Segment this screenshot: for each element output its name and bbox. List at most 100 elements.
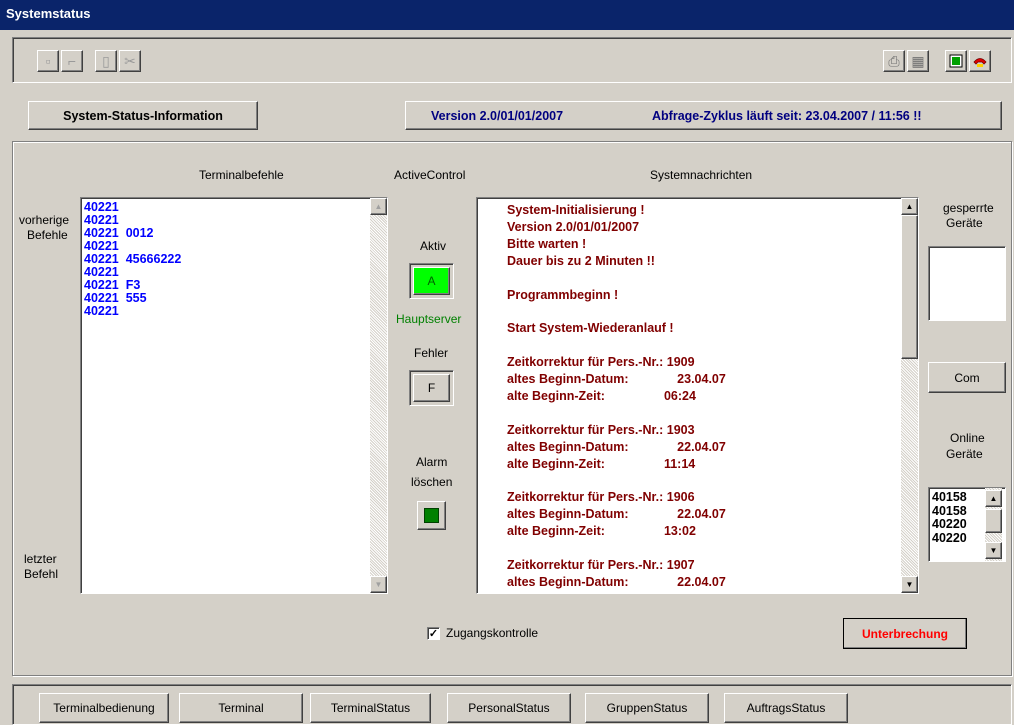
online-devices-list[interactable]: 40158 40158 40220 40220 ▲ ▼ bbox=[928, 487, 1006, 562]
tab-terminalstatus[interactable]: TerminalStatus bbox=[310, 693, 431, 723]
active-control-title: ActiveControl bbox=[394, 168, 466, 182]
list-item[interactable] bbox=[507, 473, 726, 490]
online-devices-label-1: Online bbox=[950, 431, 985, 445]
locked-devices-list[interactable] bbox=[928, 246, 1006, 321]
list-item[interactable]: altes Beginn-Datum: 22.04.07 bbox=[507, 439, 726, 456]
com-button-label: Com bbox=[954, 370, 980, 385]
com-button[interactable]: Com bbox=[928, 362, 1006, 393]
tab-terminal[interactable]: Terminal bbox=[179, 693, 303, 723]
list-item[interactable]: 40220 bbox=[932, 531, 967, 546]
locked-devices-label-2: Geräte bbox=[946, 216, 983, 230]
interrupt-button[interactable]: Unterbrechung bbox=[843, 618, 967, 649]
terminal-scrollbar[interactable]: ▲ ▼ bbox=[370, 198, 387, 593]
last-command-label-2: Befehl bbox=[24, 567, 59, 581]
list-item[interactable]: Bitte warten ! bbox=[507, 236, 726, 253]
active-label: Aktiv bbox=[420, 239, 447, 253]
list-item[interactable]: 40220 bbox=[932, 517, 967, 532]
active-indicator-frame: A bbox=[409, 263, 454, 299]
print-preview-icon[interactable]: ▦ bbox=[907, 50, 929, 72]
new-document-icon[interactable]: ▫ bbox=[37, 50, 59, 72]
system-status-info-label: System-Status-Information bbox=[28, 101, 258, 130]
list-item[interactable]: alte Beginn-Zeit: 11:14 bbox=[507, 456, 726, 473]
list-item[interactable]: Zeitkorrektur für Pers.-Nr.: 1909 bbox=[507, 354, 726, 371]
list-item[interactable] bbox=[507, 540, 726, 557]
version-text: Version 2.0/01/01/2007 bbox=[431, 109, 564, 123]
info-label-text: System-Status-Information bbox=[63, 108, 223, 123]
tab-gruppenstatus[interactable]: GruppenStatus bbox=[585, 693, 709, 723]
list-item[interactable]: alte Beginn-Zeit: 06:24 bbox=[507, 388, 726, 405]
terminal-commands-list[interactable]: 40221 40221 40221 0012 40221 40221 45666222 4… bbox=[80, 197, 388, 594]
terminal-commands-title: Terminalbefehle bbox=[199, 168, 284, 182]
list-item[interactable]: 40221 bbox=[84, 305, 181, 318]
list-item[interactable] bbox=[507, 337, 726, 354]
scroll-thumb[interactable] bbox=[901, 215, 918, 359]
list-item[interactable]: alte Beginn-Zeit: 13:02 bbox=[507, 523, 726, 540]
clear-alarm-button[interactable] bbox=[417, 501, 446, 530]
list-item[interactable]: 40158 bbox=[932, 490, 967, 505]
list-item[interactable]: altes Beginn-Datum: 22.04.07 bbox=[507, 506, 726, 523]
tab-label: TerminalStatus bbox=[330, 701, 411, 715]
system-messages-list[interactable]: System-Initialisierung ! Version 2.0/01/0… bbox=[476, 197, 919, 594]
bottom-tab-bar: Terminalbedienung Terminal TerminalStatu… bbox=[12, 684, 1012, 725]
list-item[interactable]: Start System-Wiederanlauf ! bbox=[507, 320, 726, 337]
phone-icon[interactable] bbox=[969, 50, 991, 72]
tab-label: PersonalStatus bbox=[468, 701, 550, 715]
main-server-label: Hauptserver bbox=[396, 312, 462, 326]
scroll-thumb[interactable] bbox=[985, 509, 1002, 533]
error-indicator-button[interactable]: F bbox=[413, 374, 450, 402]
copy-document-icon[interactable]: ▯ bbox=[95, 50, 117, 72]
last-command-label-1: letzter bbox=[24, 552, 57, 566]
locked-devices-label-1: gesperrte bbox=[943, 201, 994, 215]
tab-label: Terminalbedienung bbox=[53, 701, 155, 715]
scroll-up-icon[interactable]: ▲ bbox=[901, 198, 918, 215]
error-label: Fehler bbox=[414, 346, 449, 360]
list-item[interactable] bbox=[507, 303, 726, 320]
messages-scrollbar[interactable]: ▲ ▼ bbox=[901, 198, 918, 593]
access-control-checkbox[interactable]: ✓ Zugangskontrolle bbox=[427, 626, 538, 640]
previous-commands-label-2: Befehle bbox=[27, 228, 68, 242]
access-control-label: Zugangskontrolle bbox=[446, 626, 539, 640]
system-messages-title: Systemnachrichten bbox=[650, 168, 753, 182]
alarm-label-2: löschen bbox=[411, 475, 453, 489]
version-status-bar: Version 2.0/01/01/2007 Abfrage-Zyklus lä… bbox=[405, 101, 1002, 130]
list-item[interactable] bbox=[507, 270, 726, 287]
error-indicator-frame: F bbox=[409, 370, 454, 406]
print-icon[interactable]: ⎙ bbox=[883, 50, 905, 72]
active-indicator-button[interactable]: A bbox=[413, 267, 450, 295]
open-document-icon[interactable]: ⌐ bbox=[61, 50, 83, 72]
list-item[interactable]: 40158 bbox=[932, 504, 967, 519]
tab-auftragsstatus[interactable]: AuftragsStatus bbox=[724, 693, 848, 723]
interrupt-button-label: Unterbrechung bbox=[861, 626, 948, 641]
scroll-up-icon[interactable]: ▲ bbox=[370, 198, 387, 215]
list-item[interactable]: Programmbeginn ! bbox=[507, 287, 726, 304]
online-scrollbar[interactable]: ▲ ▼ bbox=[985, 488, 1002, 561]
list-item[interactable]: Version 2.0/01/01/2007 bbox=[507, 219, 726, 236]
alarm-indicator-icon bbox=[424, 508, 439, 523]
tab-personalstatus[interactable]: PersonalStatus bbox=[447, 693, 571, 723]
list-item[interactable]: Zeitkorrektur für Pers.-Nr.: 1903 bbox=[507, 422, 726, 439]
scroll-down-icon[interactable]: ▼ bbox=[901, 576, 918, 593]
checkbox-box[interactable]: ✓ bbox=[427, 626, 440, 640]
window-title-bar[interactable]: Systemstatus bbox=[0, 0, 1014, 30]
list-item[interactable]: Dauer bis zu 2 Minuten !! bbox=[507, 253, 726, 270]
tab-terminalbedienung[interactable]: Terminalbedienung bbox=[39, 693, 169, 723]
cycle-text: Abfrage-Zyklus läuft seit: 23.04.2007 / … bbox=[652, 109, 922, 123]
list-item[interactable]: altes Beginn-Datum: 23.04.07 bbox=[507, 371, 726, 388]
exit-icon[interactable] bbox=[945, 50, 967, 72]
window-title: Systemstatus bbox=[6, 6, 91, 21]
list-item[interactable]: Zeitkorrektur für Pers.-Nr.: 1907 bbox=[507, 557, 726, 574]
scroll-down-icon[interactable]: ▼ bbox=[985, 542, 1002, 559]
list-item[interactable]: altes Beginn-Datum: 22.04.07 bbox=[507, 574, 726, 591]
list-item[interactable] bbox=[507, 405, 726, 422]
list-item[interactable]: Zeitkorrektur für Pers.-Nr.: 1906 bbox=[507, 489, 726, 506]
list-item[interactable]: System-Initialisierung ! bbox=[507, 202, 726, 219]
scroll-down-icon[interactable]: ▼ bbox=[370, 576, 387, 593]
active-indicator-letter: A bbox=[427, 274, 436, 288]
online-devices-label-2: Geräte bbox=[946, 447, 983, 461]
tab-label: Terminal bbox=[218, 701, 264, 715]
toolbar: ▫ ⌐ ▯ ✂ ⎙ ▦ bbox=[12, 37, 1012, 83]
alarm-label-1: Alarm bbox=[416, 455, 448, 469]
cut-icon[interactable]: ✂ bbox=[119, 50, 141, 72]
scroll-up-icon[interactable]: ▲ bbox=[985, 490, 1002, 507]
error-indicator-letter: F bbox=[427, 381, 436, 395]
